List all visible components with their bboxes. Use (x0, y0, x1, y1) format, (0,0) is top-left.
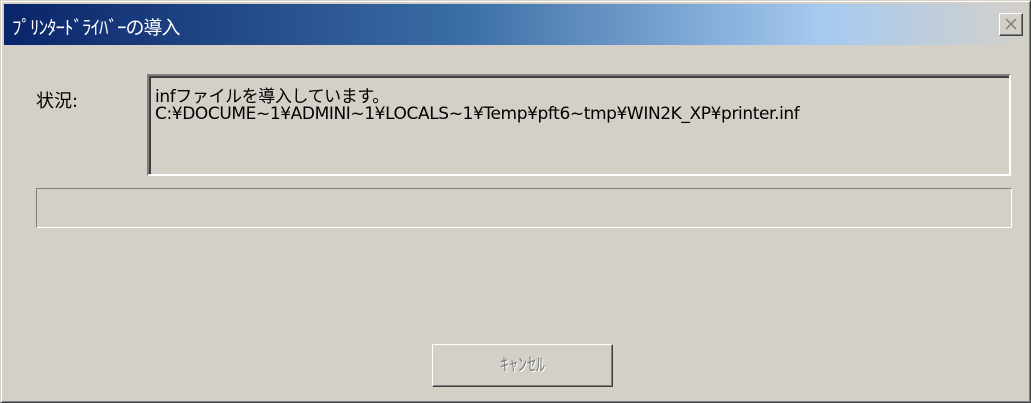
close-icon (1005, 19, 1017, 30)
window-title: ﾌﾟﾘﾝﾀｰﾄﾞﾗｲﾊﾞｰの導入 (12, 17, 181, 39)
status-message-box: infファイルを導入しています。 C:¥DOCUME~1¥ADMINI~1¥LO… (147, 74, 1011, 176)
close-button[interactable] (999, 13, 1023, 36)
status-file-path: C:¥DOCUME~1¥ADMINI~1¥LOCALS~1¥Temp¥pft6~… (155, 104, 800, 124)
cancel-button[interactable]: ｷｬﾝｾﾙ (432, 344, 613, 387)
progress-bar (36, 188, 1012, 228)
title-bar[interactable]: ﾌﾟﾘﾝﾀｰﾄﾞﾗｲﾊﾞｰの導入 (4, 4, 1027, 45)
printer-driver-install-dialog: ﾌﾟﾘﾝﾀｰﾄﾞﾗｲﾊﾞｰの導入 状況: infファイルを導入しています。 C:… (0, 0, 1031, 403)
status-label: 状況: (36, 91, 79, 112)
